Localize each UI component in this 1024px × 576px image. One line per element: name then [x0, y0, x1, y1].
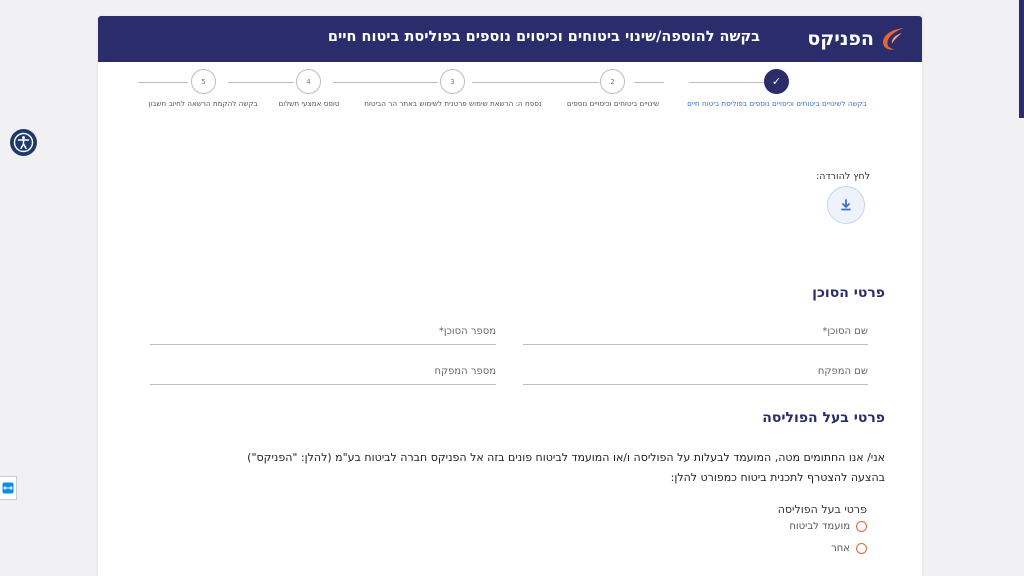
download-label: לחץ להורדה: — [816, 171, 870, 182]
right-edge-bar — [1019, 0, 1024, 118]
radio-label: מועמד לביטוח — [789, 521, 850, 532]
step-5-circle[interactable]: 5 — [191, 69, 216, 94]
step-2-circle[interactable]: 2 — [600, 69, 625, 94]
logo-text: הפניקס — [807, 28, 874, 50]
radio-label: אחר — [831, 543, 850, 554]
step-connector — [228, 82, 294, 83]
radio-circle[interactable] — [856, 543, 867, 554]
declaration-line-2: בהצעה להצטרף לתכנית ביטוח כמפורט להלן: — [670, 471, 885, 484]
download-icon — [841, 199, 851, 211]
page-title: בקשה להוספה/שינוי ביטוחים וכיסוים נוספים… — [327, 29, 760, 45]
step-3-label[interactable]: נספח ה: הרשאת שימוש פרטנית לשימוש באתר ה… — [364, 99, 542, 108]
step-3-circle[interactable]: 3 — [440, 69, 465, 94]
step-4-circle[interactable]: 4 — [296, 69, 321, 94]
agent-number-field[interactable]: מספר הסוכן* — [150, 324, 496, 345]
radio-circle[interactable] — [856, 521, 867, 532]
agent-name-placeholder: שם הסוכן* — [822, 326, 868, 337]
phoenix-logo-icon — [883, 28, 904, 50]
declaration-paragraph: אני/ אנו החתומים מטה, המועמד לבעלות על ה… — [178, 448, 885, 488]
agent-name-field[interactable]: שם הסוכן* — [523, 324, 868, 345]
teamviewer-widget[interactable] — [0, 476, 17, 500]
radio-option-other[interactable]: אחר — [831, 543, 867, 554]
step-1-circle[interactable]: ✓ — [764, 69, 789, 94]
policy-owner-subheading: פרטי בעל הפוליסה — [777, 503, 867, 516]
accessibility-button[interactable] — [10, 129, 37, 156]
step-connector — [689, 82, 764, 83]
supervisor-name-placeholder: שם המפקח — [817, 366, 868, 377]
step-4-label[interactable]: טופס אמצעי תשלום — [278, 99, 339, 108]
step-2-label[interactable]: שינויים ביטוחים וכיסויים נוספים — [567, 99, 659, 108]
supervisor-number-placeholder: מספר המפקח — [434, 366, 496, 377]
declaration-line-1: אני/ אנו החתומים מטה, המועמד לבעלות על ה… — [247, 451, 885, 464]
step-connector — [472, 82, 599, 83]
teamviewer-icon — [2, 482, 14, 494]
agent-number-placeholder: מספר הסוכן* — [438, 326, 496, 337]
agent-section-title: פרטי הסוכן — [812, 285, 885, 301]
step-5-label[interactable]: בקשה להקמת הרשאה לחיוב חשבון — [148, 99, 257, 108]
step-connector — [333, 82, 438, 83]
accessibility-icon — [13, 132, 34, 153]
policy-owner-section-title: פרטי בעל הפוליסה — [762, 410, 885, 426]
stepper: ✓ 2 3 4 5 בקשה לשינויים ביטוחים וכיסויים… — [98, 62, 922, 118]
step-1-label[interactable]: בקשה לשינויים ביטוחים וכיסויים נוספים בפ… — [687, 99, 867, 108]
form-header: הפניקס בקשה להוספה/שינוי ביטוחים וכיסוים… — [98, 16, 922, 62]
radio-option-candidate[interactable]: מועמד לביטוח — [789, 521, 867, 532]
download-button[interactable] — [827, 186, 865, 224]
form-card: הפניקס בקשה להוספה/שינוי ביטוחים וכיסוים… — [98, 16, 922, 576]
phoenix-logo: הפניקס — [807, 22, 908, 56]
step-connector — [634, 82, 664, 83]
supervisor-number-field[interactable]: מספר המפקח — [150, 364, 496, 385]
step-connector — [138, 82, 188, 83]
supervisor-name-field[interactable]: שם המפקח — [523, 364, 868, 385]
